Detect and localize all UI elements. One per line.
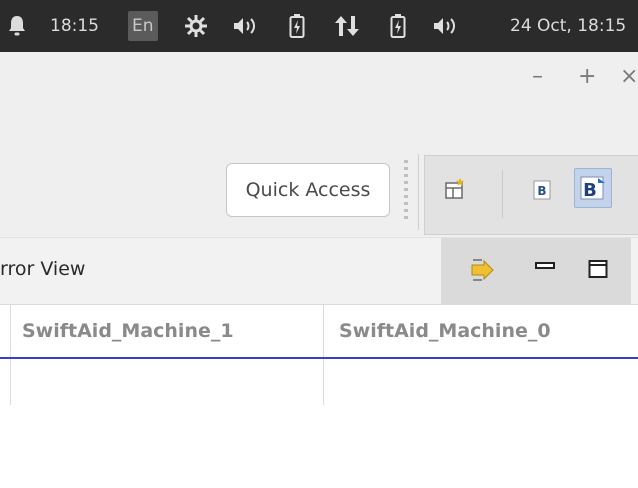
clock[interactable]: 18:15: [50, 0, 99, 52]
date-time[interactable]: 24 Oct, 18:15: [510, 0, 626, 52]
perspective-b-active-button[interactable]: B: [574, 168, 612, 208]
column-divider: [10, 359, 11, 405]
maximize-button[interactable]: +: [578, 64, 596, 89]
volume-icon[interactable]: [232, 0, 262, 52]
maximize-icon: [588, 260, 608, 278]
toolbar-separator: [418, 154, 419, 230]
minimize-button[interactable]: –: [532, 64, 543, 89]
open-perspective-icon: [445, 178, 464, 199]
close-button[interactable]: ×: [620, 64, 638, 89]
perspective-b-active-icon: B: [580, 176, 605, 201]
perspective-b-button[interactable]: B: [529, 176, 555, 204]
quick-access-label: Quick Access: [245, 179, 371, 201]
minimize-view-button[interactable]: [531, 254, 559, 278]
network-updown-icon[interactable]: [333, 0, 361, 52]
svg-text:B: B: [583, 180, 597, 201]
error-view-tab[interactable]: rror View: [0, 258, 85, 280]
toolbar-grip-handle[interactable]: [404, 160, 408, 222]
system-top-panel: 18:15 En 24 Oct, 18:15: [0, 0, 638, 52]
quick-access-field[interactable]: Quick Access: [226, 163, 390, 217]
column-header-machine-0[interactable]: SwiftAid_Machine_0: [324, 305, 638, 357]
sync-arrows-icon: [471, 259, 494, 281]
perspective-b-icon: B: [533, 180, 551, 200]
settings-gear-icon[interactable]: [183, 0, 209, 52]
language-label: En: [128, 11, 158, 41]
perspective-separator: [502, 170, 503, 218]
table-body[interactable]: [0, 359, 638, 488]
volume-icon-2[interactable]: [432, 0, 462, 52]
battery-charging-icon[interactable]: [289, 0, 305, 52]
language-indicator[interactable]: En: [128, 0, 158, 52]
sync-view-button[interactable]: [468, 254, 498, 286]
notification-bell-icon[interactable]: [6, 0, 28, 52]
open-perspective-button[interactable]: [440, 174, 470, 204]
column-header-machine-1[interactable]: SwiftAid_Machine_1: [0, 305, 323, 357]
minimize-icon: [535, 262, 555, 269]
column-divider: [323, 359, 324, 405]
svg-text:B: B: [537, 184, 546, 198]
maximize-view-button[interactable]: [584, 256, 612, 282]
battery-charging-icon-2[interactable]: [390, 0, 406, 52]
